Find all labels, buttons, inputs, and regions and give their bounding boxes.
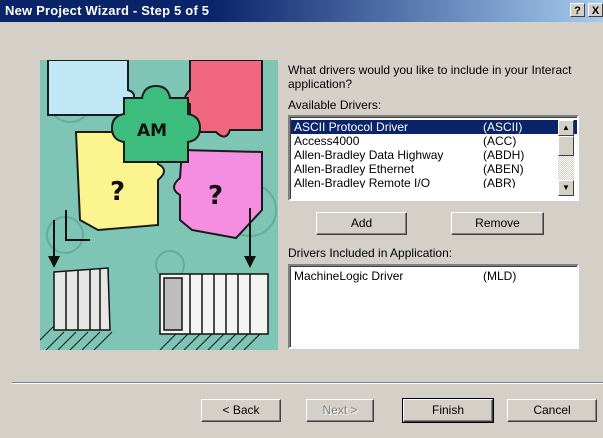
footer-separator bbox=[12, 382, 603, 384]
driver-code: (ABEN) bbox=[483, 162, 524, 176]
vertical-scrollbar[interactable]: ▲ ▼ bbox=[558, 120, 574, 196]
driver-name: Allen-Bradley Remote I/O bbox=[294, 176, 431, 188]
close-button[interactable]: X bbox=[588, 3, 603, 17]
question-mark-left: ? bbox=[110, 177, 125, 207]
driver-code: (MLD) bbox=[483, 269, 517, 283]
driver-item[interactable]: Allen-Bradley Ethernet (ABEN) bbox=[291, 162, 577, 176]
included-drivers-label: Drivers Included in Application: bbox=[288, 246, 453, 260]
prompt-text: What drivers would you like to include i… bbox=[288, 63, 572, 91]
driver-item[interactable]: ASCII Protocol Driver (ASCII) bbox=[291, 120, 577, 134]
title-bar: New Project Wizard - Step 5 of 5 ? X bbox=[0, 0, 603, 22]
question-mark-right: ? bbox=[208, 181, 223, 211]
next-button[interactable]: Next > bbox=[306, 399, 374, 422]
help-button[interactable]: ? bbox=[570, 3, 585, 17]
included-drivers-list[interactable]: MachineLogic Driver (MLD) bbox=[288, 264, 579, 349]
driver-name: Access4000 bbox=[294, 134, 360, 148]
driver-code: (ABDH) bbox=[483, 148, 525, 162]
finish-button[interactable]: Finish bbox=[402, 398, 494, 423]
driver-name: MachineLogic Driver bbox=[294, 269, 404, 283]
am-label: AM bbox=[137, 121, 167, 141]
driver-item[interactable]: Access4000 (ACC) bbox=[291, 134, 577, 148]
window-title: New Project Wizard - Step 5 of 5 bbox=[5, 3, 210, 18]
driver-name: Allen-Bradley Data Highway bbox=[294, 148, 444, 162]
included-driver-item[interactable]: MachineLogic Driver (MLD) bbox=[291, 269, 577, 283]
driver-name: Allen-Bradley Ethernet bbox=[294, 162, 415, 176]
available-drivers-label: Available Drivers: bbox=[288, 98, 382, 112]
available-drivers-list[interactable]: ASCII Protocol Driver (ASCII) Access4000… bbox=[288, 115, 579, 201]
add-button[interactable]: Add bbox=[316, 212, 407, 235]
driver-code: (ASCII) bbox=[483, 120, 523, 134]
cancel-button[interactable]: Cancel bbox=[507, 399, 597, 422]
driver-name: ASCII Protocol Driver bbox=[294, 120, 409, 134]
driver-item[interactable]: Allen-Bradley Data Highway (ABDH) bbox=[291, 148, 577, 162]
scrollbar-thumb[interactable] bbox=[558, 136, 574, 156]
scroll-up-icon[interactable]: ▲ bbox=[558, 120, 574, 136]
driver-code: (ABR) bbox=[483, 176, 516, 188]
driver-item[interactable]: Allen-Bradley Remote I/O (ABR) bbox=[291, 176, 577, 188]
driver-code: (ACC) bbox=[483, 134, 517, 148]
scroll-down-icon[interactable]: ▼ bbox=[558, 180, 574, 196]
wizard-illustration: ? ? AM bbox=[40, 60, 278, 350]
remove-button[interactable]: Remove bbox=[451, 212, 544, 235]
back-button[interactable]: < Back bbox=[201, 399, 281, 422]
